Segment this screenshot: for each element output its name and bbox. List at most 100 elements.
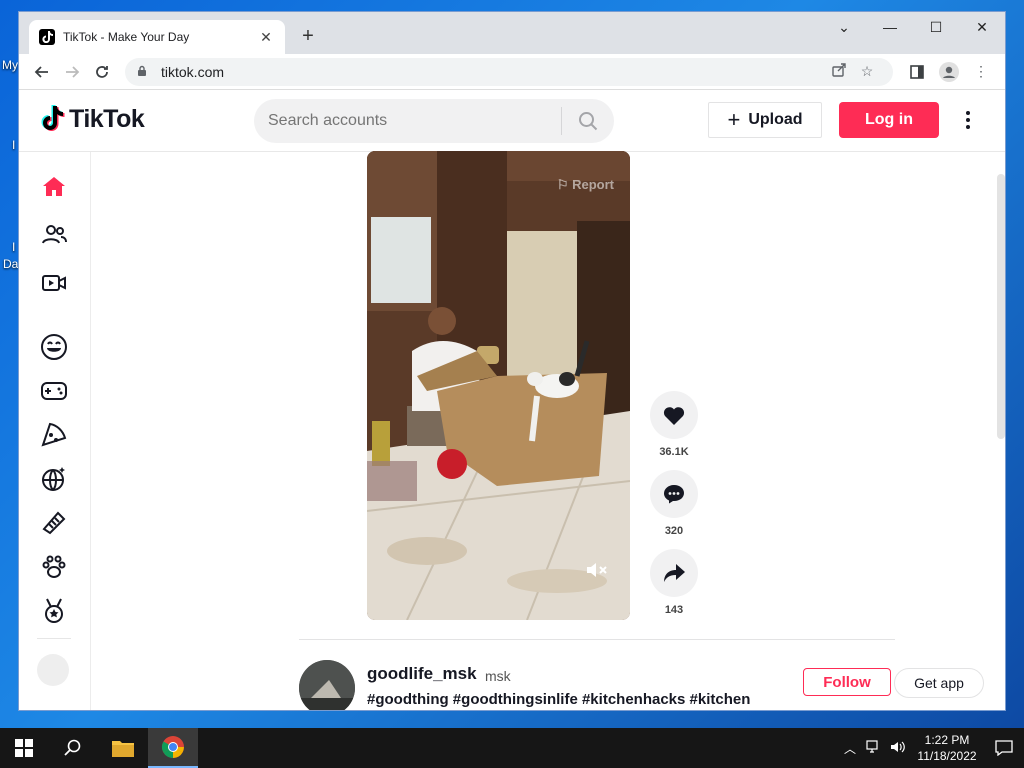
tiktok-logo[interactable]: TikTok — [39, 104, 145, 134]
lock-icon[interactable] — [137, 65, 151, 79]
tab-title: TikTok - Make Your Day — [63, 30, 190, 44]
more-options-icon[interactable] — [957, 106, 979, 134]
share-count: 143 — [664, 604, 684, 616]
search-icon — [579, 112, 598, 131]
clock-time: 1:22 PM — [924, 733, 970, 747]
video-player[interactable]: ⚐ Report — [367, 151, 630, 620]
live-icon — [42, 275, 66, 291]
page-scrollbar[interactable] — [997, 174, 1005, 439]
author-username[interactable]: goodlife_msk — [367, 664, 477, 684]
mute-icon[interactable] — [585, 561, 609, 584]
desktop-icon-label[interactable]: I — [12, 138, 15, 152]
post-hashtags[interactable]: #goodthing #goodthingsinlife #kitchenhac… — [367, 691, 750, 708]
tiktok-header: TikTok + Upload Log in — [19, 90, 1005, 152]
report-button[interactable]: ⚐ Report — [557, 177, 614, 193]
taskbar-search-button[interactable] — [48, 728, 98, 768]
comedy-icon — [41, 334, 67, 360]
clock[interactable]: 1:22 PM 11/18/2022 — [910, 732, 984, 764]
forward-button[interactable] — [57, 57, 87, 87]
chrome-menu-icon[interactable]: ⋮ — [965, 58, 997, 86]
notification-icon[interactable] — [984, 740, 1024, 756]
browser-window: TikTok - Make Your Day ✕ + ⌄ — ☐ ✕ tikto… — [18, 11, 1006, 711]
sports-icon — [42, 467, 65, 491]
animals-icon — [42, 555, 66, 578]
sidebar-item-gaming[interactable] — [39, 376, 69, 406]
sidebar-item-home[interactable] — [39, 172, 69, 202]
chevron-up-icon[interactable]: ︿ — [838, 740, 862, 757]
desktop-icon-label[interactable]: Da — [3, 257, 18, 271]
plus-icon: + — [727, 107, 741, 132]
url-text[interactable]: tiktok.com — [161, 64, 825, 80]
start-button[interactable] — [0, 728, 48, 768]
share-button[interactable] — [650, 549, 698, 597]
following-icon — [42, 225, 67, 244]
chrome-taskbar-button[interactable] — [148, 728, 198, 768]
search-bar — [254, 99, 614, 143]
like-count: 36.1K — [659, 446, 689, 458]
folder-icon — [112, 741, 134, 757]
minimize-button[interactable]: — — [867, 12, 913, 42]
sidebar-item-beauty[interactable] — [39, 508, 69, 538]
volume-icon[interactable] — [886, 740, 910, 757]
sidebar-divider — [37, 638, 71, 639]
back-button[interactable] — [27, 57, 57, 87]
heart-icon — [663, 407, 685, 425]
close-window-button[interactable]: ✕ — [959, 12, 1005, 42]
post-divider — [299, 639, 895, 640]
sidebar — [19, 152, 91, 710]
tiktok-logo-icon — [39, 104, 65, 134]
system-tray: ︿ 1:22 PM 11/18/2022 — [838, 728, 1024, 768]
search-input[interactable] — [254, 99, 561, 143]
tab-strip: TikTok - Make Your Day ✕ + ⌄ — ☐ ✕ — [19, 12, 1005, 54]
maximize-button[interactable]: ☐ — [913, 12, 959, 42]
chrome-icon — [162, 736, 184, 758]
sidebar-item-animals[interactable] — [39, 552, 69, 582]
desktop-icon-label[interactable]: I — [12, 240, 15, 254]
beauty-icon — [42, 511, 66, 535]
video-thumbnail — [367, 151, 630, 620]
comment-button[interactable] — [650, 470, 698, 518]
report-label: Report — [572, 177, 614, 192]
sidebar-item-comedy[interactable] — [39, 332, 69, 362]
browser-tab[interactable]: TikTok - Make Your Day ✕ — [29, 20, 285, 54]
profile-avatar-icon[interactable] — [933, 58, 965, 86]
close-tab-icon[interactable]: ✕ — [257, 29, 275, 46]
search-button[interactable] — [562, 111, 614, 131]
sidebar-item-food[interactable] — [39, 420, 69, 450]
reload-button[interactable] — [87, 57, 117, 87]
taskbar: ︿ 1:22 PM 11/18/2022 — [0, 728, 1024, 768]
clock-date: 11/18/2022 — [917, 749, 977, 763]
side-panel-icon[interactable] — [901, 58, 933, 86]
tiktok-favicon-icon — [39, 29, 55, 45]
tiktok-wordmark: TikTok — [69, 104, 145, 133]
upload-button[interactable]: + Upload — [708, 102, 822, 138]
sidebar-item-live[interactable] — [39, 268, 69, 298]
sidebar-item-following[interactable] — [39, 220, 69, 250]
author-nickname[interactable]: msk — [485, 668, 511, 684]
search-icon — [64, 739, 81, 756]
file-explorer-button[interactable] — [98, 728, 148, 768]
home-icon — [43, 177, 65, 196]
sidebar-item-achievement[interactable] — [39, 596, 69, 626]
browser-toolbar: tiktok.com ☆ ⋮ — [19, 54, 1005, 90]
sidebar-item-sports[interactable] — [39, 464, 69, 494]
windows-icon — [15, 739, 33, 757]
network-icon[interactable] — [862, 739, 886, 757]
address-bar[interactable]: tiktok.com ☆ — [125, 57, 893, 86]
comment-icon — [664, 485, 684, 504]
login-button[interactable]: Log in — [839, 102, 939, 138]
get-app-button[interactable]: Get app — [894, 668, 984, 698]
tab-search-icon[interactable]: ⌄ — [821, 12, 867, 42]
desktop-icon-label[interactable]: My — [2, 58, 18, 72]
window-controls: ⌄ — ☐ ✕ — [821, 12, 1005, 42]
gaming-icon — [41, 382, 67, 400]
new-tab-button[interactable]: + — [295, 24, 321, 50]
like-button[interactable] — [650, 391, 698, 439]
author-avatar[interactable] — [299, 660, 355, 710]
food-icon — [41, 422, 67, 447]
follow-button[interactable]: Follow — [803, 668, 891, 696]
share-icon[interactable] — [825, 62, 853, 81]
upload-label: Upload — [748, 111, 803, 128]
avatar[interactable] — [37, 654, 69, 686]
bookmark-star-icon[interactable]: ☆ — [853, 63, 881, 80]
